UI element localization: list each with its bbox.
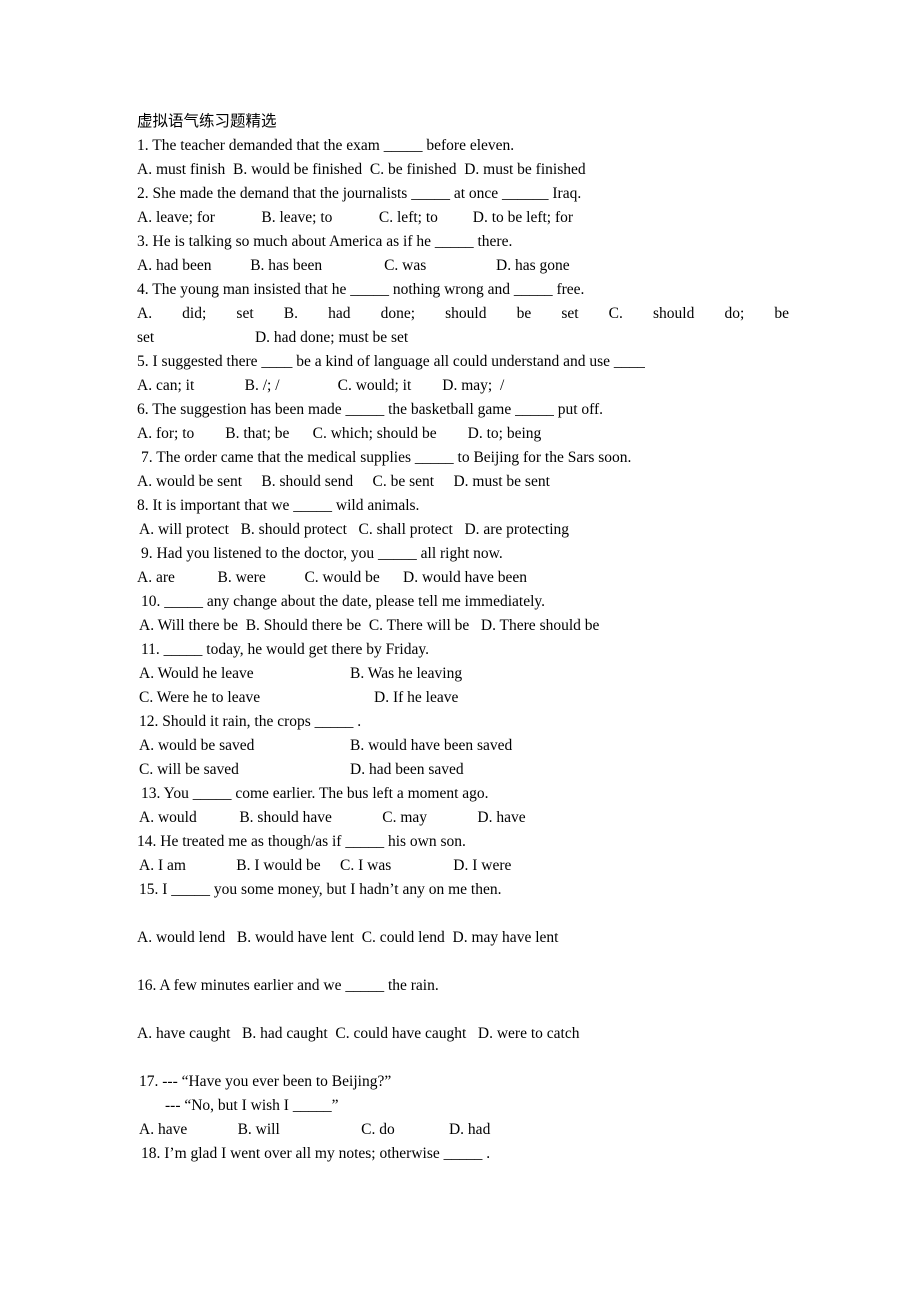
question-18-stem: 18. I’m glad I went over all my notes; o… <box>141 1145 491 1162</box>
document-title: 虚拟语气练习题精选 <box>137 113 277 130</box>
question-11-stem: 11. _____ today, he would get there by F… <box>141 641 429 658</box>
question-1-options: A. must finish B. would be finished C. b… <box>137 161 586 178</box>
question-4-wrap-word: set <box>137 329 155 346</box>
question-11-option-d: D. If he leave <box>374 689 459 706</box>
question-3-stem: 3. He is talking so much about America a… <box>137 233 513 250</box>
question-12-stem: 12. Should it rain, the crops _____ . <box>139 713 362 730</box>
question-6-stem: 6. The suggestion has been made _____ th… <box>137 401 604 418</box>
question-9-options: A. are B. were C. would be D. would have… <box>137 569 527 586</box>
question-12-option-c: C. will be saved <box>139 761 239 778</box>
question-5-options: A. can; it B. /; / C. would; it D. may; … <box>137 377 505 394</box>
question-11-option-a: A. Would he leave <box>139 665 254 682</box>
question-7-stem: 7. The order came that the medical suppl… <box>141 449 632 466</box>
question-4-stem: 4. The young man insisted that he _____ … <box>137 281 585 298</box>
question-5-stem: 5. I suggested there ____ be a kind of l… <box>137 353 645 370</box>
question-11-option-b: B. Was he leaving <box>350 665 463 682</box>
question-11-option-c: C. Were he to leave <box>139 689 261 706</box>
question-12-options-row-2: C. will be saved D. had been saved <box>137 758 835 782</box>
question-8-options: A. will protect B. should protect C. sha… <box>139 521 570 538</box>
question-12-options-row-1: A. would be saved B. would have been save… <box>137 734 835 758</box>
question-14-stem: 14. He treated me as though/as if _____ … <box>137 833 466 850</box>
question-10-stem: 10. _____ any change about the date, ple… <box>141 593 546 610</box>
question-2-stem: 2. She made the demand that the journali… <box>137 185 582 202</box>
question-12-option-d: D. had been saved <box>350 761 464 778</box>
question-3-options: A. had been B. has been C. was D. has go… <box>137 257 570 274</box>
question-6-options: A. for; to B. that; be C. which; should … <box>137 425 542 442</box>
question-4-options-line-1: A. did; set B. had done; should be set C… <box>137 305 789 322</box>
question-16-stem: 16. A few minutes earlier and we _____ t… <box>137 977 439 994</box>
question-8-stem: 8. It is important that we _____ wild an… <box>137 497 420 514</box>
question-14-options: A. I am B. I would be C. I was D. I were <box>139 857 512 874</box>
question-17-options: A. have B. will C. do D. had <box>139 1121 491 1138</box>
question-13-stem: 13. You _____ come earlier. The bus left… <box>141 785 489 802</box>
question-4-options-line-2: set D. had done; must be set <box>137 326 835 350</box>
question-4-option-d: D. had done; must be set <box>254 329 409 346</box>
question-2-options: A. leave; for B. leave; to C. left; to D… <box>137 209 574 226</box>
question-17-stem-line-2: --- “No, but I wish I _____” <box>165 1097 339 1114</box>
question-15-options: A. would lend B. would have lent C. coul… <box>137 929 559 946</box>
question-11-options-row-2: C. Were he to leave D. If he leave <box>137 686 835 710</box>
question-12-option-a: A. would be saved <box>139 737 255 754</box>
question-13-options: A. would B. should have C. may D. have <box>139 809 526 826</box>
question-17-stem-line-1: 17. --- “Have you ever been to Beijing?” <box>139 1073 392 1090</box>
question-9-stem: 9. Had you listened to the doctor, you _… <box>141 545 503 562</box>
question-10-options: A. Will there be B. Should there be C. T… <box>139 617 600 634</box>
document-page: 虚拟语气练习题精选 1. The teacher demanded that t… <box>0 0 920 1302</box>
question-15-stem: 15. I _____ you some money, but I hadn’t… <box>139 881 502 898</box>
question-12-option-b: B. would have been saved <box>350 737 513 754</box>
question-11-options-row-1: A. Would he leave B. Was he leaving <box>137 662 835 686</box>
question-1-stem: 1. The teacher demanded that the exam __… <box>137 137 515 154</box>
question-7-options: A. would be sent B. should send C. be se… <box>137 473 550 490</box>
question-16-options: A. have caught B. had caught C. could ha… <box>137 1025 580 1042</box>
